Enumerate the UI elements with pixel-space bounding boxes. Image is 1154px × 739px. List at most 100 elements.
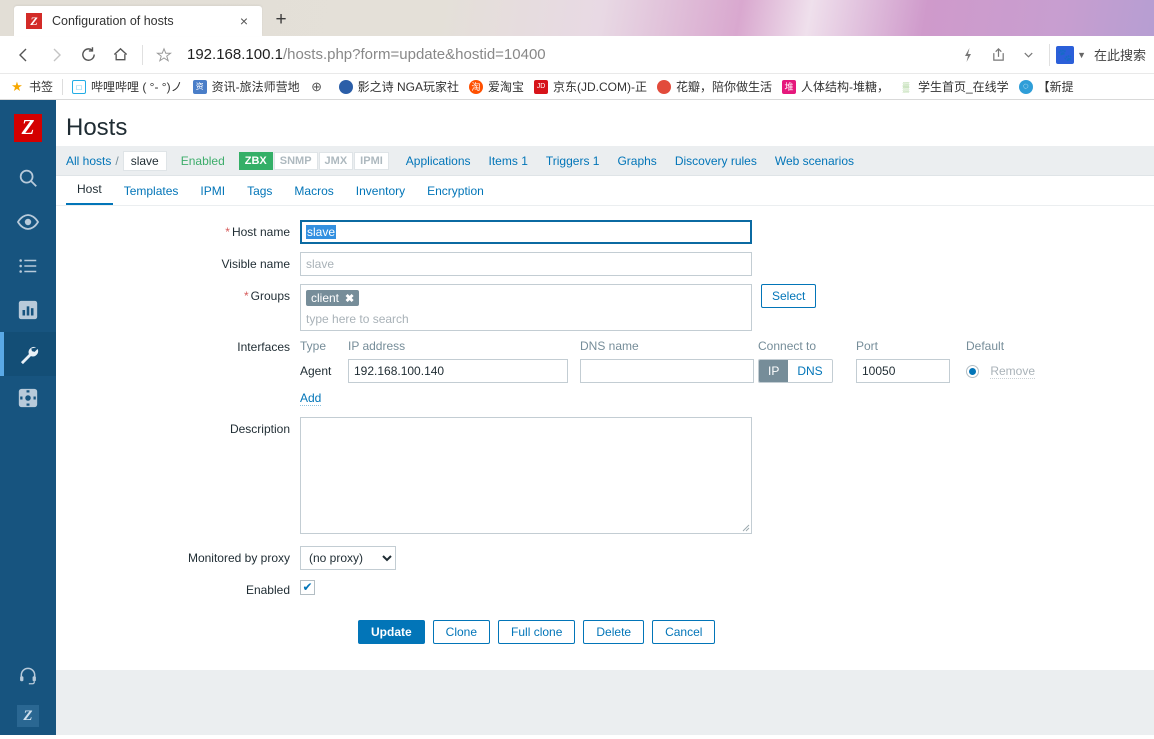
- bookmark-item[interactable]: ◌ 【新提: [1014, 76, 1079, 98]
- delete-button[interactable]: Delete: [583, 620, 645, 644]
- breadcrumb-all-hosts[interactable]: All hosts: [66, 154, 115, 168]
- bookmark-item[interactable]: 资资讯-旅法师营地: [188, 76, 305, 98]
- toolbar-divider: [142, 44, 143, 65]
- tab-templates[interactable]: Templates: [113, 180, 190, 205]
- bookmark-item[interactable]: 花瓣，陪你做生活: [652, 76, 777, 98]
- tab-ipmi[interactable]: IPMI: [189, 180, 236, 205]
- host-form: * Host name slave Visible name slave * G…: [56, 206, 1154, 670]
- study-icon: ▒: [902, 81, 910, 92]
- engine-chevron-down-icon[interactable]: ▼: [1077, 50, 1086, 60]
- groups-select-button[interactable]: Select: [761, 284, 817, 308]
- sidebar-zabbix-logo[interactable]: Z: [17, 705, 39, 727]
- interface-dns-cell: [580, 359, 758, 383]
- page-header: Hosts: [56, 100, 1154, 146]
- search-here-label[interactable]: 在此搜索: [1094, 45, 1146, 64]
- bookmark-item[interactable]: ▒ 学生首页_在线学: [894, 76, 1014, 98]
- sidebar-item-reports[interactable]: [0, 288, 56, 332]
- groups-multiselect[interactable]: client ✖ type here to search: [300, 284, 752, 331]
- reload-button[interactable]: [72, 40, 104, 70]
- connect-to-ip-option[interactable]: IP: [759, 360, 789, 382]
- tab-tags[interactable]: Tags: [236, 180, 283, 205]
- sidebar-item-monitoring[interactable]: [0, 200, 56, 244]
- bookmark-item[interactable]: ⊕: [305, 76, 334, 98]
- group-chip[interactable]: client ✖: [306, 290, 360, 306]
- page-title: Hosts: [66, 114, 128, 141]
- bookmark-star-icon[interactable]: [149, 40, 179, 70]
- host-status-label[interactable]: Enabled: [181, 154, 225, 168]
- breadcrumb-link-discovery-rules[interactable]: Discovery rules: [675, 154, 757, 168]
- breadcrumb-link-items-1[interactable]: Items 1: [489, 154, 528, 168]
- interface-badges: ZBX SNMP JMX IPMI: [238, 151, 390, 170]
- breadcrumb-separator: /: [115, 153, 119, 168]
- eye-icon: [16, 214, 40, 230]
- sidebar-item-administration[interactable]: [0, 376, 56, 420]
- share-icon[interactable]: [983, 40, 1013, 70]
- zabbix-logo: Z: [14, 114, 42, 142]
- sidebar-item-configuration[interactable]: [0, 332, 56, 376]
- bookmark-item[interactable]: ★ 书签: [5, 76, 58, 98]
- home-button[interactable]: [104, 40, 136, 70]
- description-textarea[interactable]: [300, 417, 752, 534]
- proxy-select[interactable]: (no proxy): [300, 546, 396, 570]
- bookmarks-bar: ★ 书签 □ 哔哩哔哩 ( °- °)ノ资资讯-旅法师营地 ⊕ 影之诗 NGA玩家社淘爱淘…: [0, 74, 1154, 100]
- duitang-icon: 堆: [781, 79, 796, 94]
- update-button[interactable]: Update: [358, 620, 425, 644]
- tab-inventory[interactable]: Inventory: [345, 180, 416, 205]
- breadcrumb-link-triggers-1[interactable]: Triggers 1: [546, 154, 600, 168]
- chevron-down-icon[interactable]: [1013, 40, 1043, 70]
- breadcrumb-link-graphs[interactable]: Graphs: [617, 154, 656, 168]
- new-tab-button[interactable]: +: [266, 6, 296, 36]
- interface-default-radio[interactable]: [966, 365, 979, 379]
- browser-tab[interactable]: Z Configuration of hosts ×: [14, 6, 262, 36]
- form-action-buttons: Update Clone Full clone Delete Cancel: [56, 620, 1154, 644]
- bookmark-item[interactable]: □ 哔哩哔哩 ( °- °)ノ: [67, 76, 188, 98]
- col-default: Default: [966, 339, 1005, 353]
- bookmark-item[interactable]: 淘爱淘宝: [464, 76, 529, 98]
- jd-icon: JD: [533, 79, 548, 94]
- clone-button[interactable]: Clone: [432, 620, 491, 644]
- bookmark-item[interactable]: 影之诗 NGA玩家社: [334, 76, 464, 98]
- interface-ip-input[interactable]: [348, 359, 568, 383]
- visible-name-input[interactable]: slave: [300, 252, 752, 276]
- back-button[interactable]: [8, 40, 40, 70]
- add-interface-link[interactable]: Add: [300, 391, 322, 406]
- breadcrumb-link-applications[interactable]: Applications: [406, 154, 471, 168]
- bookmark-item[interactable]: JD 京东(JD.COM)-正: [529, 76, 652, 98]
- bookmark-item[interactable]: 堆人体结构-堆糖，: [777, 76, 894, 98]
- host-name-input[interactable]: slave: [300, 220, 752, 244]
- interface-port-input[interactable]: [856, 359, 950, 383]
- tab-encryption[interactable]: Encryption: [416, 180, 495, 205]
- cancel-button[interactable]: Cancel: [652, 620, 716, 644]
- connect-to-toggle[interactable]: IP DNS: [758, 359, 833, 383]
- chip-remove-icon[interactable]: ✖: [345, 292, 354, 305]
- connect-to-dns-option[interactable]: DNS: [788, 360, 832, 382]
- sidebar: Z Z: [0, 100, 56, 735]
- interface-badge-ipmi: IPMI: [354, 151, 389, 170]
- browser-tab-title: Configuration of hosts: [52, 14, 174, 28]
- group-chip-label: client: [311, 291, 340, 305]
- enabled-checkbox[interactable]: ✔: [300, 579, 315, 595]
- breadcrumb: All hosts / slave Enabled ZBX SNMP JMX IPMI…: [56, 146, 1154, 176]
- groups-label: * Groups: [56, 284, 300, 308]
- interface-dns-input[interactable]: [580, 359, 754, 383]
- close-icon[interactable]: ×: [234, 11, 254, 31]
- bilibili-icon: □: [72, 79, 87, 94]
- required-asterisk-groups: *: [243, 289, 249, 303]
- sidebar-item-inventory[interactable]: [0, 244, 56, 288]
- address-bar[interactable]: 192.168.100.1/hosts.php?form=update&host…: [179, 40, 953, 70]
- tab-host[interactable]: Host: [66, 178, 113, 205]
- interface-connect-cell: IP DNS: [758, 359, 856, 383]
- sidebar-item-support[interactable]: [0, 653, 56, 697]
- tab-macros[interactable]: Macros: [283, 180, 344, 205]
- baidu-icon[interactable]: 🐾: [1056, 45, 1075, 64]
- gear-square-icon: [18, 388, 38, 408]
- bookmark-label: 花瓣，陪你做生活: [675, 80, 772, 94]
- interface-default-cell: Remove: [966, 363, 1056, 379]
- lightning-icon[interactable]: [953, 40, 983, 70]
- sidebar-item-search[interactable]: [0, 156, 56, 200]
- groups-search-placeholder[interactable]: type here to search: [306, 312, 746, 326]
- breadcrumb-link-web-scenarios[interactable]: Web scenarios: [775, 154, 854, 168]
- breadcrumb-current-host: slave: [122, 150, 167, 171]
- bookmark-label: 书签: [29, 80, 54, 94]
- full-clone-button[interactable]: Full clone: [498, 620, 576, 644]
